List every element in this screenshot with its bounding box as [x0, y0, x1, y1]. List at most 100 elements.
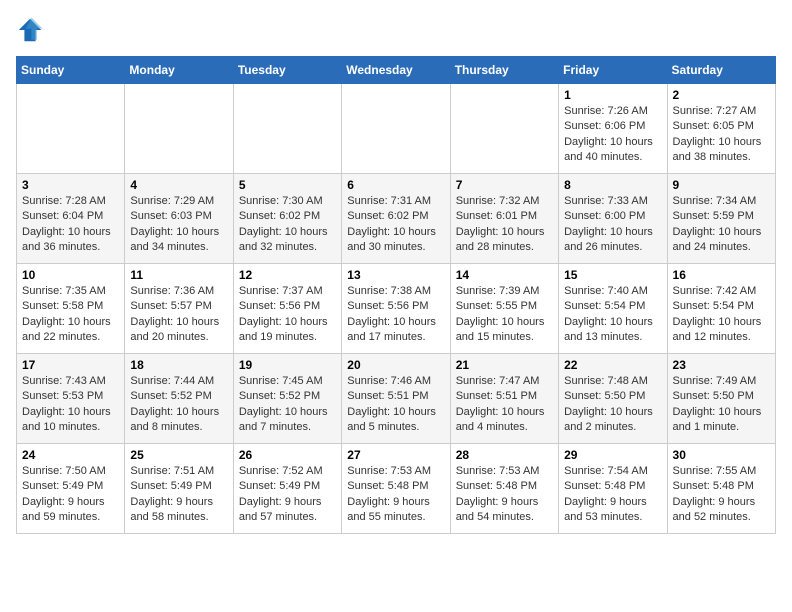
- day-info: Sunrise: 7:55 AM Sunset: 5:48 PM Dayligh…: [673, 464, 770, 526]
- weekday-header: Saturday: [667, 57, 775, 84]
- day-number: 10: [22, 268, 119, 282]
- calendar-cell: [342, 84, 450, 174]
- day-info: Sunrise: 7:45 AM Sunset: 5:52 PM Dayligh…: [239, 374, 336, 436]
- calendar-cell: 22Sunrise: 7:48 AM Sunset: 5:50 PM Dayli…: [559, 354, 667, 444]
- calendar-week-row: 24 Sunrise: 7:50 AM Sunset: 5:49 PM Dayli…: [17, 444, 776, 534]
- day-number: 8: [564, 178, 661, 192]
- day-number: 22: [564, 358, 661, 372]
- day-info: Sunrise: 7:47 AM Sunset: 5:51 PM Dayligh…: [456, 374, 553, 436]
- page-header: [16, 16, 776, 44]
- day-info: Sunrise: 7:43 AM Sunset: 5:53 PM Dayligh…: [22, 374, 119, 436]
- day-info: Sunrise: 7:42 AM Sunset: 5:54 PM Dayligh…: [673, 284, 770, 346]
- day-info: Sunrise: 7:44 AM Sunset: 5:52 PM Dayligh…: [130, 374, 227, 436]
- calendar-cell: 13 Sunrise: 7:38 AM Sunset: 5:56 PM Dayli…: [342, 264, 450, 354]
- day-info: Sunrise: 7:35 AM Sunset: 5:58 PM Dayligh…: [22, 284, 119, 346]
- day-number: 4: [130, 178, 227, 192]
- calendar-cell: 27 Sunrise: 7:53 AM Sunset: 5:48 PM Dayli…: [342, 444, 450, 534]
- calendar-cell: 20Sunrise: 7:46 AM Sunset: 5:51 PM Dayli…: [342, 354, 450, 444]
- day-number: 3: [22, 178, 119, 192]
- day-number: 16: [673, 268, 770, 282]
- calendar-cell: 10 Sunrise: 7:35 AM Sunset: 5:58 PM Dayli…: [17, 264, 125, 354]
- weekday-header: Thursday: [450, 57, 558, 84]
- calendar-cell: 30 Sunrise: 7:55 AM Sunset: 5:48 PM Dayli…: [667, 444, 775, 534]
- day-info: Sunrise: 7:49 AM Sunset: 5:50 PM Dayligh…: [673, 374, 770, 436]
- day-info: Sunrise: 7:38 AM Sunset: 5:56 PM Dayligh…: [347, 284, 444, 346]
- day-number: 23: [673, 358, 770, 372]
- calendar-cell: 3 Sunrise: 7:28 AM Sunset: 6:04 PM Daylig…: [17, 174, 125, 264]
- calendar-cell: 7 Sunrise: 7:32 AM Sunset: 6:01 PM Daylig…: [450, 174, 558, 264]
- day-number: 1: [564, 88, 661, 102]
- weekday-header: Monday: [125, 57, 233, 84]
- day-number: 15: [564, 268, 661, 282]
- day-info: Sunrise: 7:33 AM Sunset: 6:00 PM Dayligh…: [564, 194, 661, 256]
- calendar-cell: 15 Sunrise: 7:40 AM Sunset: 5:54 PM Dayli…: [559, 264, 667, 354]
- day-number: 2: [673, 88, 770, 102]
- day-info: Sunrise: 7:36 AM Sunset: 5:57 PM Dayligh…: [130, 284, 227, 346]
- calendar-cell: 19 Sunrise: 7:45 AM Sunset: 5:52 PM Dayli…: [233, 354, 341, 444]
- day-number: 12: [239, 268, 336, 282]
- calendar-header: SundayMondayTuesdayWednesdayThursdayFrid…: [17, 57, 776, 84]
- calendar-week-row: 3 Sunrise: 7:28 AM Sunset: 6:04 PM Daylig…: [17, 174, 776, 264]
- day-number: 7: [456, 178, 553, 192]
- calendar-cell: 18Sunrise: 7:44 AM Sunset: 5:52 PM Dayli…: [125, 354, 233, 444]
- day-info: Sunrise: 7:53 AM Sunset: 5:48 PM Dayligh…: [456, 464, 553, 526]
- calendar-cell: 9Sunrise: 7:34 AM Sunset: 5:59 PM Daylig…: [667, 174, 775, 264]
- day-number: 5: [239, 178, 336, 192]
- calendar-cell: 21 Sunrise: 7:47 AM Sunset: 5:51 PM Dayli…: [450, 354, 558, 444]
- day-info: Sunrise: 7:46 AM Sunset: 5:51 PM Dayligh…: [347, 374, 444, 436]
- day-info: Sunrise: 7:32 AM Sunset: 6:01 PM Dayligh…: [456, 194, 553, 256]
- day-number: 17: [22, 358, 119, 372]
- day-info: Sunrise: 7:39 AM Sunset: 5:55 PM Dayligh…: [456, 284, 553, 346]
- day-number: 14: [456, 268, 553, 282]
- day-number: 25: [130, 448, 227, 462]
- day-number: 11: [130, 268, 227, 282]
- calendar-cell: 26 Sunrise: 7:52 AM Sunset: 5:49 PM Dayli…: [233, 444, 341, 534]
- day-number: 27: [347, 448, 444, 462]
- day-info: Sunrise: 7:34 AM Sunset: 5:59 PM Dayligh…: [673, 194, 770, 256]
- weekday-header: Friday: [559, 57, 667, 84]
- calendar-cell: 2 Sunrise: 7:27 AM Sunset: 6:05 PM Daylig…: [667, 84, 775, 174]
- calendar-cell: [450, 84, 558, 174]
- calendar-cell: 6 Sunrise: 7:31 AM Sunset: 6:02 PM Daylig…: [342, 174, 450, 264]
- day-number: 30: [673, 448, 770, 462]
- calendar-cell: 23 Sunrise: 7:49 AM Sunset: 5:50 PM Dayli…: [667, 354, 775, 444]
- calendar-cell: [125, 84, 233, 174]
- calendar-cell: 1 Sunrise: 7:26 AM Sunset: 6:06 PM Daylig…: [559, 84, 667, 174]
- day-info: Sunrise: 7:50 AM Sunset: 5:49 PM Dayligh…: [22, 464, 119, 526]
- calendar-cell: 25Sunrise: 7:51 AM Sunset: 5:49 PM Dayli…: [125, 444, 233, 534]
- day-number: 19: [239, 358, 336, 372]
- day-number: 13: [347, 268, 444, 282]
- day-number: 29: [564, 448, 661, 462]
- calendar-cell: [233, 84, 341, 174]
- calendar-cell: 17 Sunrise: 7:43 AM Sunset: 5:53 PM Dayli…: [17, 354, 125, 444]
- day-info: Sunrise: 7:31 AM Sunset: 6:02 PM Dayligh…: [347, 194, 444, 256]
- day-number: 28: [456, 448, 553, 462]
- calendar-week-row: 17 Sunrise: 7:43 AM Sunset: 5:53 PM Dayli…: [17, 354, 776, 444]
- day-info: Sunrise: 7:28 AM Sunset: 6:04 PM Dayligh…: [22, 194, 119, 256]
- calendar-week-row: 10 Sunrise: 7:35 AM Sunset: 5:58 PM Dayli…: [17, 264, 776, 354]
- calendar-cell: 12Sunrise: 7:37 AM Sunset: 5:56 PM Dayli…: [233, 264, 341, 354]
- calendar-cell: 29Sunrise: 7:54 AM Sunset: 5:48 PM Dayli…: [559, 444, 667, 534]
- day-number: 24: [22, 448, 119, 462]
- day-info: Sunrise: 7:27 AM Sunset: 6:05 PM Dayligh…: [673, 104, 770, 166]
- day-info: Sunrise: 7:26 AM Sunset: 6:06 PM Dayligh…: [564, 104, 661, 166]
- day-info: Sunrise: 7:53 AM Sunset: 5:48 PM Dayligh…: [347, 464, 444, 526]
- day-info: Sunrise: 7:29 AM Sunset: 6:03 PM Dayligh…: [130, 194, 227, 256]
- logo-icon: [16, 16, 44, 44]
- calendar-cell: 11 Sunrise: 7:36 AM Sunset: 5:57 PM Dayli…: [125, 264, 233, 354]
- calendar-cell: 8 Sunrise: 7:33 AM Sunset: 6:00 PM Daylig…: [559, 174, 667, 264]
- calendar-cell: 5 Sunrise: 7:30 AM Sunset: 6:02 PM Daylig…: [233, 174, 341, 264]
- calendar-cell: [17, 84, 125, 174]
- calendar-week-row: 1 Sunrise: 7:26 AM Sunset: 6:06 PM Daylig…: [17, 84, 776, 174]
- calendar-cell: 28 Sunrise: 7:53 AM Sunset: 5:48 PM Dayli…: [450, 444, 558, 534]
- day-number: 6: [347, 178, 444, 192]
- day-info: Sunrise: 7:52 AM Sunset: 5:49 PM Dayligh…: [239, 464, 336, 526]
- day-info: Sunrise: 7:40 AM Sunset: 5:54 PM Dayligh…: [564, 284, 661, 346]
- day-number: 21: [456, 358, 553, 372]
- calendar-table: SundayMondayTuesdayWednesdayThursdayFrid…: [16, 56, 776, 534]
- day-number: 26: [239, 448, 336, 462]
- calendar-cell: 4 Sunrise: 7:29 AM Sunset: 6:03 PM Daylig…: [125, 174, 233, 264]
- calendar-cell: 24 Sunrise: 7:50 AM Sunset: 5:49 PM Dayli…: [17, 444, 125, 534]
- day-info: Sunrise: 7:30 AM Sunset: 6:02 PM Dayligh…: [239, 194, 336, 256]
- logo: [16, 16, 48, 44]
